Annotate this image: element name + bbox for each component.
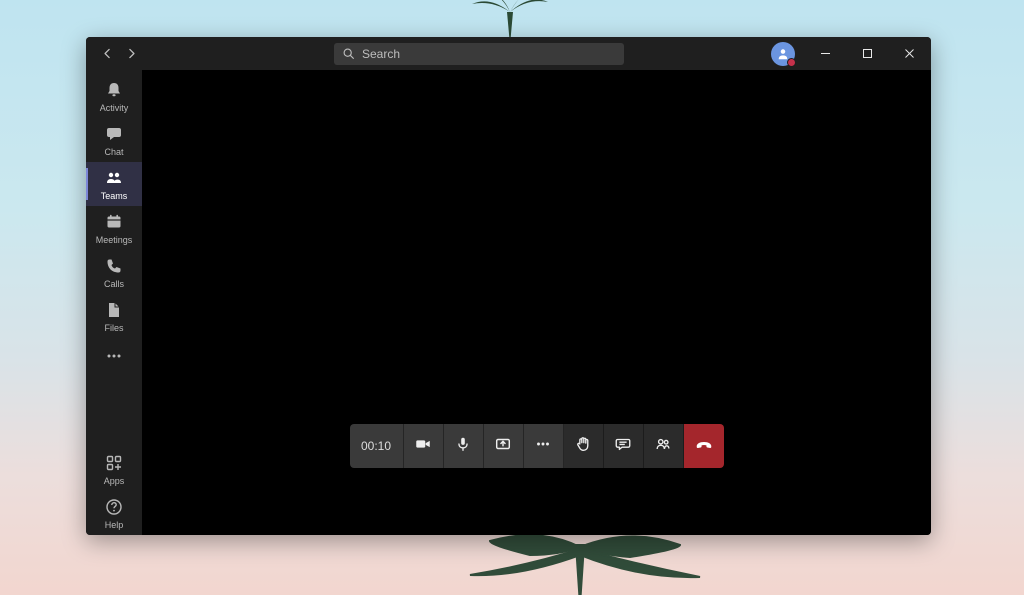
file-icon: [104, 300, 124, 320]
sidebar-item-label: Chat: [104, 147, 123, 157]
sidebar-item-calls[interactable]: Calls: [86, 250, 142, 294]
apps-icon: [104, 453, 124, 473]
sidebar-item-files[interactable]: Files: [86, 294, 142, 338]
sidebar-item-more[interactable]: [86, 338, 142, 374]
presence-badge: [787, 58, 796, 67]
sidebar-item-teams[interactable]: Teams: [86, 162, 142, 206]
sidebar-item-meetings[interactable]: Meetings: [86, 206, 142, 250]
sidebar-item-label: Files: [104, 323, 123, 333]
more-actions-button[interactable]: [524, 424, 564, 468]
help-icon: [104, 497, 124, 517]
sidebar-item-label: Meetings: [96, 235, 133, 245]
conversation-icon: [614, 435, 632, 458]
teams-icon: [104, 168, 124, 188]
phone-icon: [104, 256, 124, 276]
search-box[interactable]: Search: [334, 43, 624, 65]
ellipsis-icon: [534, 435, 552, 458]
people-icon: [654, 435, 672, 458]
search-icon: [342, 47, 355, 60]
share-button[interactable]: [484, 424, 524, 468]
sidebar-item-chat[interactable]: Chat: [86, 118, 142, 162]
sidebar-item-activity[interactable]: Activity: [86, 74, 142, 118]
show-chat-button[interactable]: [604, 424, 644, 468]
sidebar-item-label: Apps: [104, 476, 125, 486]
nav-arrows: [96, 43, 142, 65]
meeting-stage: 00:10: [142, 70, 931, 535]
sidebar-item-label: Calls: [104, 279, 124, 289]
search-placeholder: Search: [362, 47, 400, 61]
chat-icon: [104, 124, 124, 144]
call-timer-text: 00:10: [361, 439, 391, 453]
sidebar-item-label: Activity: [100, 103, 129, 113]
bell-icon: [104, 80, 124, 100]
sidebar-item-apps[interactable]: Apps: [86, 447, 142, 491]
close-button[interactable]: [891, 37, 927, 70]
back-button[interactable]: [96, 43, 118, 65]
wallpaper-palm-bottom: [430, 535, 730, 595]
mic-button[interactable]: [444, 424, 484, 468]
call-toolbar: 00:10: [350, 424, 724, 468]
share-screen-icon: [494, 435, 512, 458]
minimize-button[interactable]: [807, 37, 843, 70]
titlebar: Search: [86, 37, 931, 70]
app-sidebar: Activity Chat Teams Meetings: [86, 70, 142, 535]
profile-avatar[interactable]: [771, 42, 795, 66]
hand-icon: [574, 435, 592, 458]
forward-button[interactable]: [120, 43, 142, 65]
raise-hand-button[interactable]: [564, 424, 604, 468]
mic-icon: [454, 435, 472, 458]
sidebar-item-label: Teams: [101, 191, 128, 201]
sidebar-item-help[interactable]: Help: [86, 491, 142, 535]
ellipsis-icon: [104, 346, 124, 366]
teams-app-window: Search Activity: [86, 37, 931, 535]
sidebar-item-label: Help: [105, 520, 124, 530]
camera-icon: [414, 435, 432, 458]
calendar-icon: [104, 212, 124, 232]
show-participants-button[interactable]: [644, 424, 684, 468]
call-timer: 00:10: [350, 424, 404, 468]
camera-button[interactable]: [404, 424, 444, 468]
maximize-button[interactable]: [849, 37, 885, 70]
hang-up-button[interactable]: [684, 424, 724, 468]
hangup-icon: [694, 434, 714, 459]
